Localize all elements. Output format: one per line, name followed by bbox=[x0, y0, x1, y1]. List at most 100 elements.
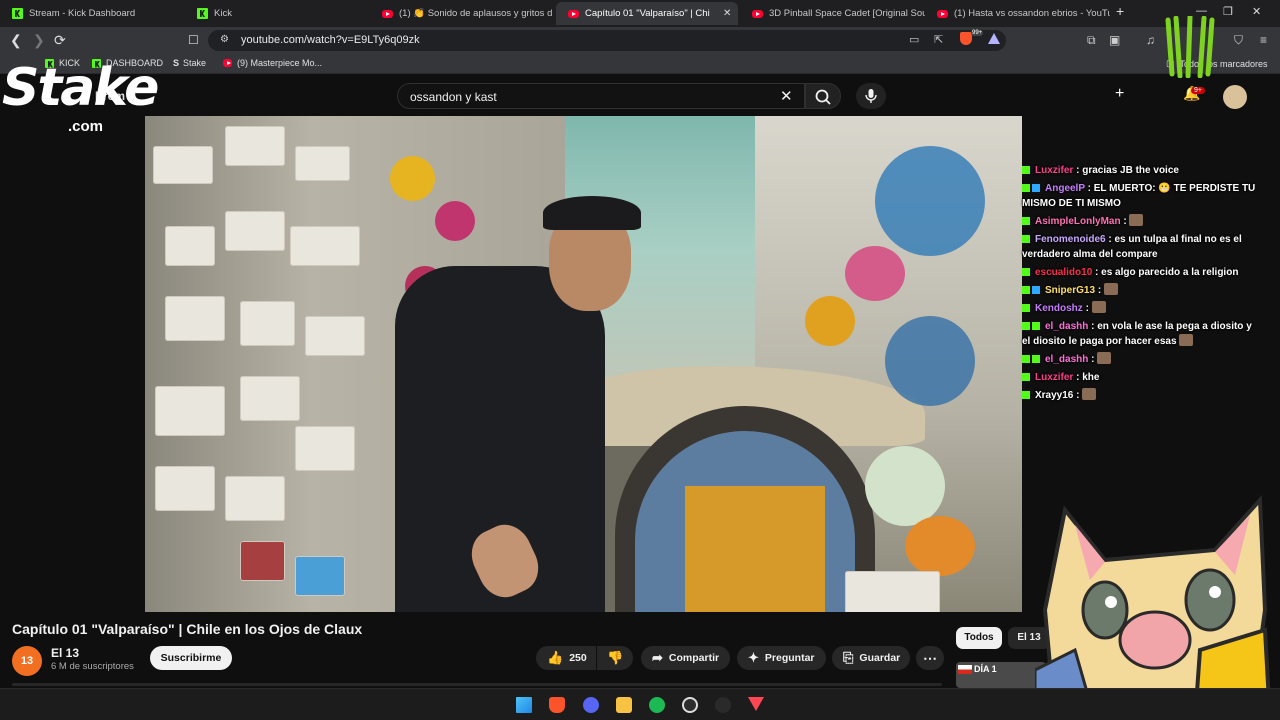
video-scene-plaque bbox=[225, 211, 285, 251]
video-scene-flower bbox=[875, 146, 985, 256]
video-scene-plaque bbox=[225, 126, 285, 166]
video-scene-flower bbox=[905, 516, 975, 576]
video-scene-flower bbox=[435, 201, 475, 241]
bookmarks-bar: KICK DASHBOARD S Stake (9) Masterpiece M… bbox=[0, 54, 1280, 74]
valorant-icon[interactable] bbox=[748, 697, 764, 711]
kick-badge-icon bbox=[1022, 235, 1030, 243]
thumbs-up-icon: 👍 bbox=[547, 650, 564, 665]
forward-icon[interactable]: ❯ bbox=[33, 32, 45, 48]
chat-message: Xrayy16 : bbox=[1022, 388, 1262, 403]
address-bar[interactable]: ⚙ youtube.com/watch?v=E9LTy6q09zk ▭ ⇱ 99… bbox=[208, 30, 1006, 51]
new-tab-button[interactable]: + bbox=[1116, 3, 1124, 19]
more-actions-button[interactable]: ⋯ bbox=[916, 646, 944, 670]
reload-icon[interactable]: ⟳ bbox=[54, 32, 66, 48]
chat-text: : khe bbox=[1076, 372, 1100, 383]
save-bookmark-icon: ⎘ bbox=[843, 650, 854, 665]
spotify-icon[interactable] bbox=[649, 697, 665, 713]
chat-message: Luxzifer : khe bbox=[1022, 370, 1262, 385]
video-scene-door bbox=[685, 486, 825, 612]
chat-username: Kendoshz bbox=[1035, 303, 1083, 314]
window-close-button[interactable]: ✕ bbox=[1252, 5, 1261, 18]
like-button[interactable]: 👍 250 bbox=[536, 646, 596, 670]
app-icon[interactable] bbox=[715, 697, 731, 713]
tab-ossandon[interactable]: (1) Hasta vs ossandon ebrios - YouTu bbox=[925, 2, 1110, 25]
tab-pinball[interactable]: 3D Pinball Space Cadet [Original Sou bbox=[740, 2, 925, 25]
sidebar-icon[interactable]: ⛉ bbox=[1234, 34, 1243, 47]
video-scene-plaque bbox=[305, 316, 365, 356]
tab-kick[interactable]: Kick bbox=[185, 2, 370, 25]
channel-name[interactable]: El 13 bbox=[51, 646, 79, 660]
video-title: Capítulo 01 "Valparaíso" | Chile en los … bbox=[12, 621, 363, 637]
subscriber-badge-icon bbox=[1032, 355, 1040, 363]
video-scene-plaque bbox=[290, 226, 360, 266]
tab-aplausos[interactable]: (1) 👏 Sonido de aplausos y gritos d bbox=[370, 2, 555, 25]
close-tab-icon[interactable]: ✕ bbox=[723, 8, 731, 19]
create-icon[interactable]: + bbox=[1115, 85, 1124, 103]
video-player[interactable] bbox=[145, 116, 1022, 612]
bookmark-icon[interactable]: ☐ bbox=[188, 32, 199, 48]
media-icon[interactable]: ♫ bbox=[1146, 34, 1155, 47]
obs-icon[interactable] bbox=[682, 697, 698, 713]
brave-browser-icon[interactable] bbox=[549, 697, 565, 713]
brave-rewards-icon[interactable] bbox=[988, 33, 1000, 44]
windows-start-icon[interactable] bbox=[516, 697, 532, 713]
youtube-icon bbox=[937, 9, 948, 18]
kick-icon bbox=[197, 8, 208, 19]
search-input[interactable]: ossandon y kast ✕ bbox=[397, 83, 805, 109]
share-button[interactable]: ➦ Compartir bbox=[641, 646, 730, 670]
share-arrow-icon: ➦ bbox=[652, 650, 663, 665]
extensions-icon[interactable]: ⧉ bbox=[1087, 34, 1096, 47]
video-scene-plaque bbox=[155, 386, 225, 436]
search-button[interactable] bbox=[805, 83, 841, 109]
video-scene-plaque bbox=[240, 301, 295, 346]
chat-text: : bbox=[1076, 390, 1080, 401]
menu-icon[interactable]: ≡ bbox=[1260, 34, 1267, 47]
tab-kick-dashboard[interactable]: Stream - Kick Dashboard bbox=[0, 2, 185, 25]
vtuber-cat-avatar bbox=[1035, 495, 1273, 720]
kick-icon bbox=[12, 8, 23, 19]
ask-button[interactable]: ✦ Preguntar bbox=[737, 646, 826, 670]
screenshot-icon[interactable]: ▣ bbox=[1109, 34, 1120, 47]
youtube-icon bbox=[223, 59, 232, 67]
video-scene-plaque bbox=[155, 466, 215, 511]
kick-badge-icon bbox=[1022, 373, 1030, 381]
kick-chat-overlay: Luxzifer : gracias JB the voice AngeelP … bbox=[1022, 163, 1262, 406]
maximize-button[interactable]: ❐ bbox=[1223, 5, 1233, 18]
site-info-icon[interactable]: ⚙ bbox=[220, 34, 229, 45]
voice-search-button[interactable] bbox=[856, 83, 886, 109]
browser-toolbar: ❮ ❯ ⟳ ☐ ⚙ youtube.com/watch?v=E9LTy6q09z… bbox=[0, 27, 1280, 54]
video-scene-flower bbox=[390, 156, 435, 201]
discord-icon[interactable] bbox=[583, 697, 599, 713]
back-icon[interactable]: ❮ bbox=[10, 32, 22, 48]
channel-avatar[interactable]: 13 bbox=[12, 646, 42, 676]
kick-badge-icon bbox=[1022, 322, 1030, 330]
chat-username: SniperG13 bbox=[1045, 285, 1096, 296]
chip-all[interactable]: Todos bbox=[956, 627, 1002, 649]
video-scene-plaque bbox=[165, 226, 215, 266]
chat-text: : bbox=[1123, 216, 1127, 227]
chat-username: Xrayy16 bbox=[1035, 390, 1074, 401]
recommended-thumbnail[interactable]: DÍA 1 bbox=[956, 662, 1046, 688]
chat-message: el_dashh : en vola le ase la pega a dios… bbox=[1022, 319, 1262, 349]
tab-valparaiso[interactable]: Capítulo 01 "Valparaíso" | Chi ✕ bbox=[556, 2, 738, 25]
chat-message: SniperG13 : bbox=[1022, 283, 1262, 298]
more-icon: ⋯ bbox=[923, 649, 937, 666]
progress-divider bbox=[12, 683, 942, 686]
kick-badge-icon bbox=[1022, 217, 1030, 225]
kick-badge-icon bbox=[1022, 355, 1030, 363]
video-scene-plaque bbox=[240, 541, 285, 581]
video-scene-plaque bbox=[295, 426, 355, 471]
dislike-button[interactable]: 👎 bbox=[597, 646, 633, 670]
subscribe-button[interactable]: Suscribirme bbox=[150, 646, 232, 670]
emote-icon bbox=[1129, 214, 1144, 226]
clear-search-icon[interactable]: ✕ bbox=[780, 87, 793, 105]
youtube-icon bbox=[382, 9, 393, 18]
share-icon[interactable]: ⇱ bbox=[934, 33, 943, 46]
cast-icon[interactable]: ▭ bbox=[909, 33, 919, 46]
chat-username: AngeelP bbox=[1045, 183, 1085, 194]
notification-count-badge: 9+ bbox=[1191, 87, 1205, 94]
bookmark-masterpiece[interactable]: (9) Masterpiece Mo... bbox=[223, 58, 322, 68]
save-button[interactable]: ⎘ Guardar bbox=[832, 646, 910, 670]
file-explorer-icon[interactable] bbox=[616, 697, 632, 713]
account-avatar[interactable] bbox=[1223, 85, 1247, 109]
